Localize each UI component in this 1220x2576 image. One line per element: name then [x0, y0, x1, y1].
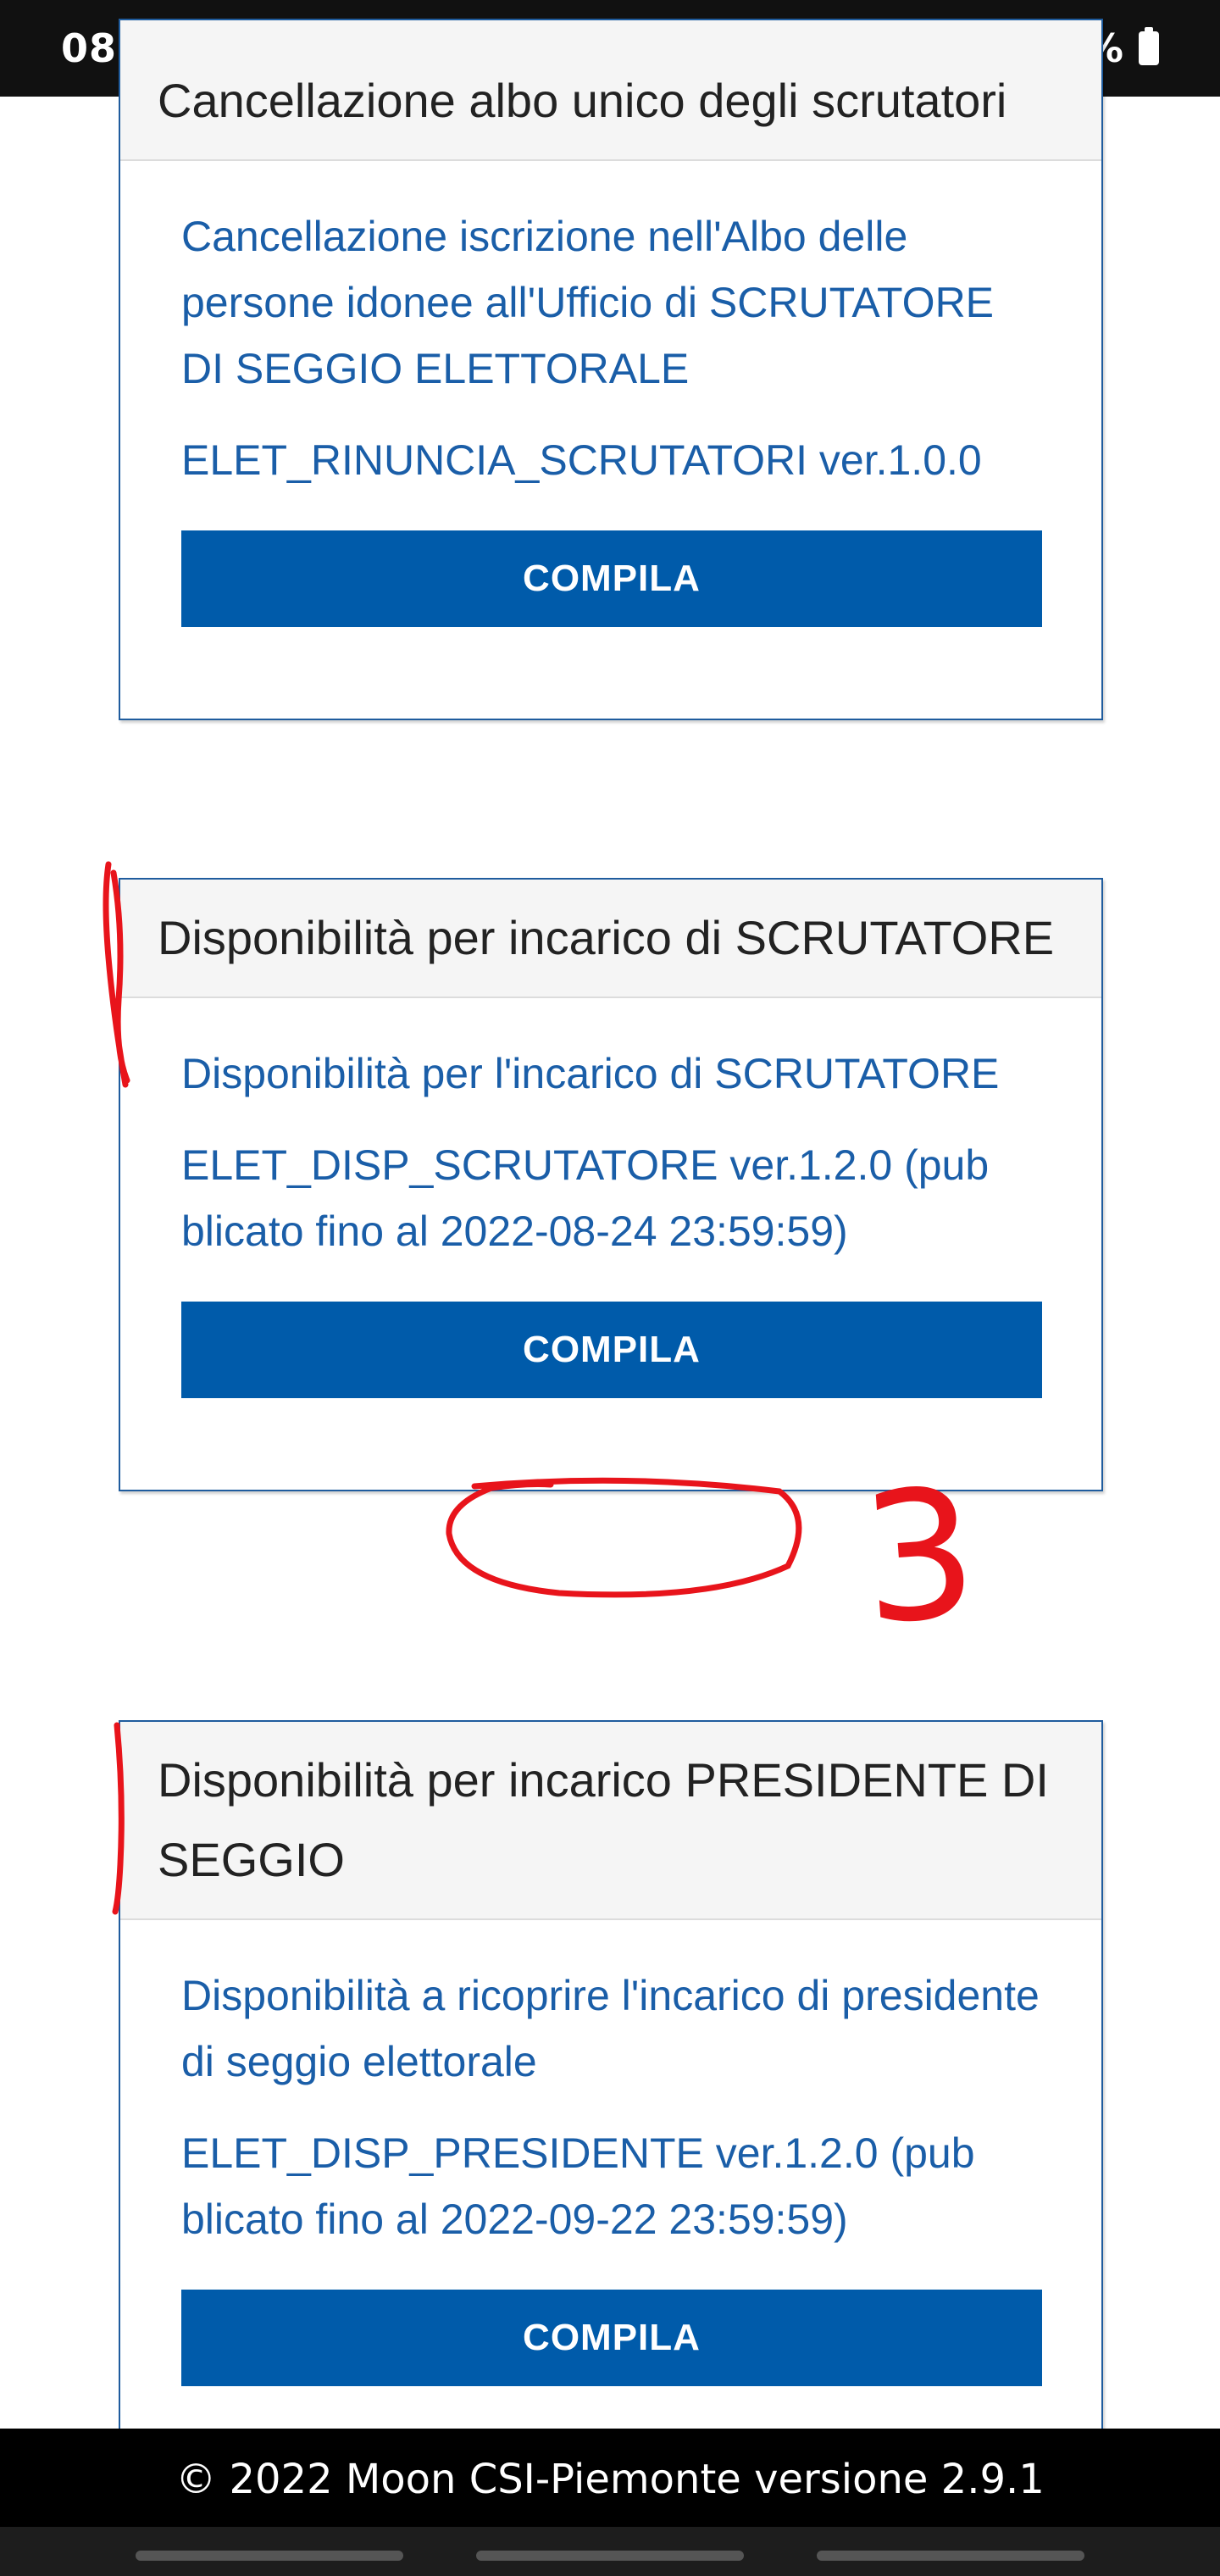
compila-button[interactable]: COMPILA — [181, 1302, 1042, 1398]
card-body: Cancellazione iscrizione nell'Albo delle… — [120, 161, 1101, 719]
footer: © 2022 Moon CSI-Piemonte versione 2.9.1 — [0, 2429, 1220, 2576]
battery-icon — [1139, 27, 1159, 65]
card-body: Disponibilità per l'incarico di SCRUTATO… — [120, 998, 1101, 1490]
card-form-code: ELET_RINUNCIA_SCRUTATORI ver.1.0.0 — [181, 436, 982, 484]
compila-button[interactable]: COMPILA — [181, 2290, 1042, 2386]
annotation-circle-mark — [446, 1477, 802, 1598]
nav-home-button[interactable] — [476, 2551, 744, 2561]
footer-copyright: © 2022 Moon CSI-Piemonte versione 2.9.1 — [175, 2456, 1045, 2503]
card-description-link[interactable]: Disponibilità per l'incarico di SCRUTATO… — [181, 1041, 1042, 1107]
nav-recent-button[interactable] — [136, 2551, 403, 2561]
card-title: Disponibilità per incarico PRESIDENTE DI… — [120, 1722, 1101, 1920]
card-title: Disponibilità per incarico di SCRUTATORE — [120, 880, 1101, 998]
card-title-text: Disponibilità per incarico di SCRUTATORE — [158, 911, 1055, 964]
card-title-text: Disponibilità per incarico PRESIDENTE DI… — [158, 1753, 1049, 1886]
system-nav-bar — [0, 2527, 1220, 2576]
card-spacer — [181, 627, 1042, 719]
card-description-link[interactable]: Cancellazione iscrizione nell'Albo delle… — [181, 203, 1042, 402]
nav-back-button[interactable] — [817, 2551, 1084, 2561]
service-card: Disponibilità per incarico PRESIDENTE DI… — [119, 1720, 1103, 2432]
service-card: Disponibilità per incarico di SCRUTATORE… — [119, 878, 1103, 1491]
card-title-text: Cancellazione albo unico degli scrutator… — [158, 74, 1007, 127]
card-form-code: ELET_DISP_PRESIDENTE ver.1.2.0 (pub blic… — [181, 2129, 975, 2243]
card-title: Cancellazione albo unico degli scrutator… — [120, 20, 1101, 161]
card-description-link[interactable]: Disponibilità a ricoprire l'incarico di … — [181, 1963, 1042, 2095]
card-body: Disponibilità a ricoprire l'incarico di … — [120, 1920, 1101, 2386]
compila-button[interactable]: COMPILA — [181, 530, 1042, 627]
card-form-code: ELET_DISP_SCRUTATORE ver.1.2.0 (pub blic… — [181, 1141, 990, 1255]
service-card: Cancellazione albo unico degli scrutator… — [119, 19, 1103, 720]
card-spacer — [181, 1398, 1042, 1490]
